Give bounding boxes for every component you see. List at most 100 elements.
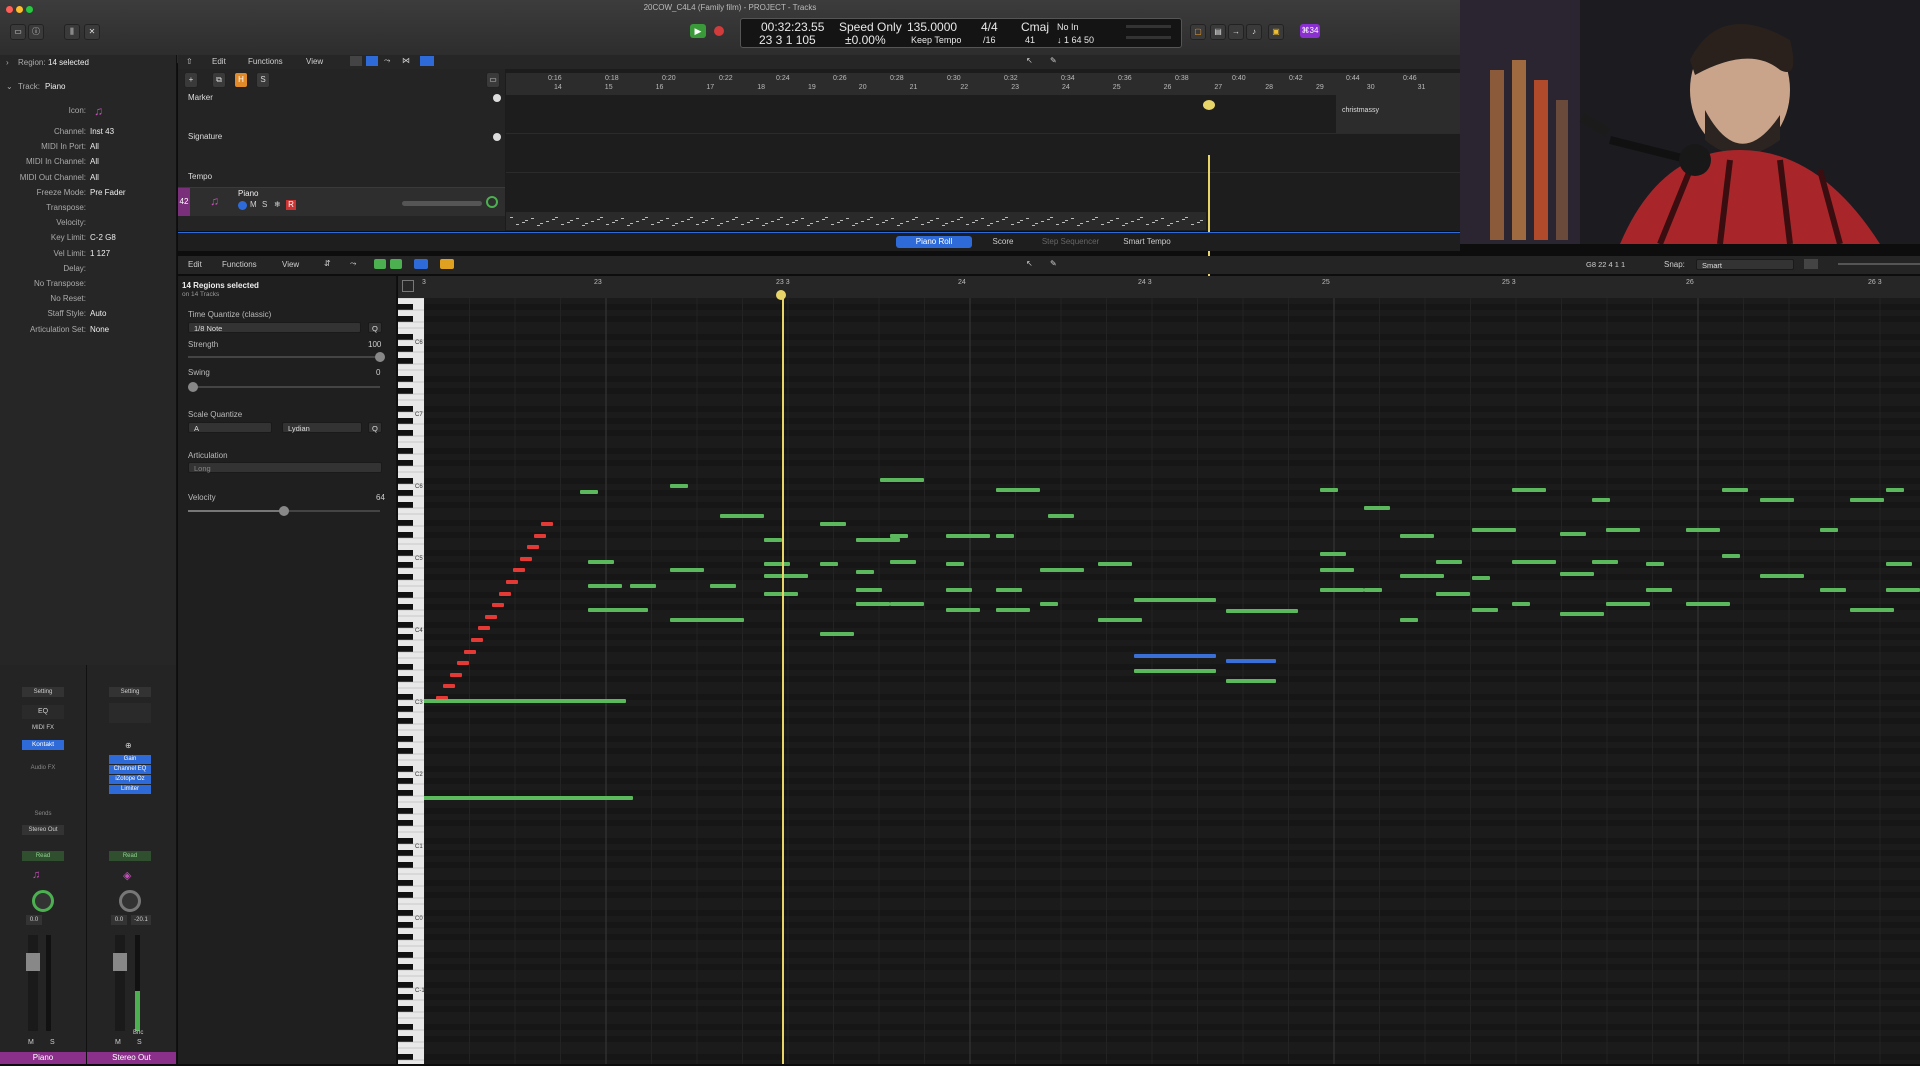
midi-note[interactable]: [1592, 560, 1618, 564]
global-tracks-icon[interactable]: ▭: [486, 72, 500, 88]
pr-automation-icon[interactable]: [414, 259, 428, 269]
midi-note[interactable]: [1320, 552, 1346, 556]
pr-playhead-handle[interactable]: [776, 290, 786, 300]
hide-button[interactable]: H: [234, 72, 248, 88]
midi-note[interactable]: [471, 638, 483, 642]
inspector-param-row[interactable]: Channel: Inst 43: [0, 126, 176, 138]
midi-note[interactable]: [820, 562, 838, 566]
param-value[interactable]: None: [90, 324, 109, 336]
strip-solo-button[interactable]: S: [50, 1039, 55, 1046]
midi-note[interactable]: [1436, 592, 1470, 596]
inspector-param-row[interactable]: Articulation Set: None: [0, 324, 176, 336]
param-value[interactable]: C-2 G8: [90, 232, 116, 244]
velocity-thumb[interactable]: [279, 506, 289, 516]
record-button[interactable]: [714, 26, 724, 36]
articulation-select[interactable]: Long: [188, 462, 382, 473]
pan-knob-2[interactable]: [119, 890, 141, 912]
scale-mode-select[interactable]: Lydian: [282, 422, 362, 433]
midi-note[interactable]: [996, 488, 1040, 492]
midi-note[interactable]: [1436, 560, 1462, 564]
eq-thumbnail[interactable]: EQ: [22, 705, 64, 719]
midi-note[interactable]: [946, 534, 990, 538]
tracks-ruler[interactable]: 0:16 0:18 0:20 0:22 0:24 0:26 0:28 0:30 0:32 0:34…: [506, 73, 1460, 96]
info-icon[interactable]: ⓘ: [28, 24, 44, 40]
inspector-param-row[interactable]: MIDI Out Channel: All: [0, 172, 176, 184]
midi-note[interactable]: [1226, 609, 1298, 613]
add-marker-icon[interactable]: [493, 94, 501, 102]
midi-note[interactable]: [880, 478, 924, 482]
piano-region-lane[interactable]: [506, 212, 1209, 230]
midi-note[interactable]: [1686, 528, 1720, 532]
inspector-param-row[interactable]: Staff Style: Auto: [0, 308, 176, 320]
midi-note[interactable]: [506, 580, 518, 584]
scissors-icon[interactable]: ✕: [84, 24, 100, 40]
strip-name-piano[interactable]: Piano: [0, 1052, 86, 1064]
midi-note[interactable]: [856, 538, 900, 542]
midi-note[interactable]: [527, 545, 539, 550]
midi-note[interactable]: [856, 602, 890, 606]
strip-solo-button-2[interactable]: S: [137, 1039, 142, 1046]
play-button[interactable]: ▶: [690, 24, 706, 38]
catch-icon[interactable]: ⋈: [402, 56, 410, 65]
tab-smart-tempo[interactable]: Smart Tempo: [1114, 236, 1180, 248]
midi-note[interactable]: [1134, 654, 1216, 658]
midi-note[interactable]: [485, 614, 497, 619]
scale-quantize-button[interactable]: Q: [368, 422, 382, 433]
pr-link-icon[interactable]: [440, 259, 454, 269]
scale-root-select[interactable]: A: [188, 422, 272, 433]
midi-note[interactable]: [588, 608, 632, 612]
volume-fader-track-2[interactable]: [115, 935, 125, 1031]
midi-note[interactable]: [820, 632, 854, 636]
midi-note[interactable]: [890, 534, 908, 538]
midi-note[interactable]: [1820, 588, 1846, 592]
back-icon[interactable]: ⇧: [186, 57, 193, 66]
pr-playhead[interactable]: [782, 298, 784, 1064]
midi-note[interactable]: [1850, 608, 1894, 612]
midi-note[interactable]: [890, 560, 916, 564]
piano-roll-ruler[interactable]: 32323 32424 32525 32626 3 ↔: [398, 276, 1920, 304]
midi-note[interactable]: [890, 602, 924, 606]
strength-slider[interactable]: [188, 356, 380, 358]
output-slot[interactable]: Stereo Out: [22, 825, 64, 835]
midi-note[interactable]: [1400, 618, 1418, 622]
track-header-piano[interactable]: 42 ♫ Piano M S ❄ R: [178, 187, 505, 216]
midi-note[interactable]: [464, 649, 476, 654]
midi-note[interactable]: [1400, 574, 1444, 578]
midi-note[interactable]: [580, 490, 598, 494]
icon-row[interactable]: Icon: ♫: [0, 105, 176, 117]
midi-note[interactable]: [457, 661, 469, 666]
param-value[interactable]: Auto: [90, 308, 106, 320]
midi-note[interactable]: [1512, 488, 1546, 492]
automation-read-button-2[interactable]: Read: [109, 851, 151, 861]
track-name[interactable]: Piano: [238, 189, 258, 198]
param-value[interactable]: Inst 43: [90, 126, 114, 138]
pr-flex-icon[interactable]: ⤳: [350, 259, 356, 269]
track-pan-knob[interactable]: [486, 196, 498, 208]
pr-edit-menu[interactable]: Edit: [188, 260, 202, 269]
param-value[interactable]: 1 127: [90, 248, 110, 260]
midi-note[interactable]: [1040, 568, 1084, 572]
flex-icon[interactable]: ⤳: [384, 56, 390, 66]
midi-note[interactable]: [450, 672, 462, 677]
track-on-button[interactable]: [238, 201, 247, 210]
midi-note[interactable]: [1850, 498, 1884, 502]
midi-note[interactable]: [1320, 488, 1338, 492]
midi-note[interactable]: [424, 699, 626, 703]
midi-note[interactable]: [513, 568, 525, 573]
midi-note[interactable]: [856, 588, 882, 592]
midi-note[interactable]: [1646, 562, 1664, 566]
tuner-icon[interactable]: ♪: [1246, 24, 1262, 40]
midi-note[interactable]: [1364, 588, 1382, 592]
mixer-icon[interactable]: ⫼: [64, 24, 80, 40]
midi-note[interactable]: [856, 570, 874, 574]
midi-note[interactable]: [1592, 498, 1610, 502]
midi-note[interactable]: [1320, 568, 1354, 572]
midi-note[interactable]: [1820, 528, 1838, 532]
track-header[interactable]: ⌄ Track: Piano: [0, 81, 176, 93]
midi-note[interactable]: [499, 591, 511, 596]
count-in-icon[interactable]: ▣: [1268, 24, 1284, 40]
inspector-param-row[interactable]: Velocity:: [0, 217, 176, 229]
midi-note[interactable]: [996, 534, 1014, 538]
midi-note[interactable]: [1040, 602, 1058, 606]
midi-note[interactable]: [1686, 602, 1730, 606]
